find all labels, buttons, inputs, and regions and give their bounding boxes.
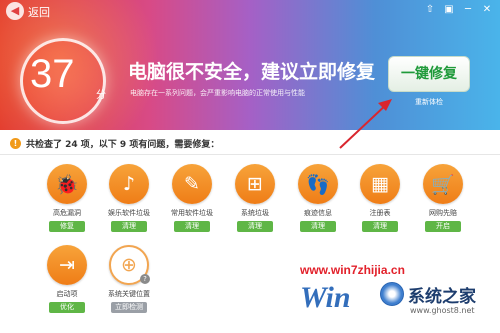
shopping-cart-icon: 🛒 xyxy=(423,164,463,204)
item-label: 系统垃圾 xyxy=(241,209,269,217)
item-label: 娱乐软件垃圾 xyxy=(108,209,150,217)
warning-icon: ! xyxy=(10,137,21,149)
clean-traces-button[interactable]: 清理 xyxy=(300,221,336,232)
item-label: 网购先赔 xyxy=(429,209,457,217)
scan-summary: ! 共检查了 24 项，以下 9 项有问题，需要修复： xyxy=(10,136,219,150)
item-startup: ⇥ 启动项 优化 xyxy=(37,245,97,313)
watermark-logo: Win xyxy=(300,281,351,314)
crosshair-icon: ⊕ ? xyxy=(109,245,150,285)
startup-arrow-icon: ⇥ xyxy=(47,245,87,285)
divider xyxy=(0,154,500,155)
optimize-startup-button[interactable]: 优化 xyxy=(49,302,85,313)
fix-vulns-button[interactable]: 修复 xyxy=(49,221,85,232)
item-label: 注册表 xyxy=(369,209,391,217)
item-label: 高危漏洞 xyxy=(53,209,81,217)
broom-icon: ✎ xyxy=(172,164,212,204)
enable-shopping-protect-button[interactable]: 开启 xyxy=(425,221,461,232)
item-trace-info: 👣 痕迹信息 清理 xyxy=(288,164,348,232)
arrow-shaft xyxy=(339,102,389,149)
music-note-icon: ♪ xyxy=(109,164,149,204)
clean-entertainment-button[interactable]: 清理 xyxy=(111,221,147,232)
item-entertainment-junk: ♪ 娱乐软件垃圾 清理 xyxy=(99,164,159,232)
item-common-software-junk: ✎ 常用软件垃圾 清理 xyxy=(162,164,222,232)
item-shopping-protect: 🛒 网购先赔 开启 xyxy=(413,164,473,232)
question-badge-icon: ? xyxy=(140,274,150,284)
watermark-badge: 系统之家 www.ghost8.net xyxy=(380,278,490,328)
item-label: 系统关键位置 xyxy=(108,290,150,298)
watermark-site: www.ghost8.net xyxy=(410,306,475,315)
footprint-icon: 👣 xyxy=(298,164,338,204)
clean-software-button[interactable]: 清理 xyxy=(174,221,210,232)
detect-now-button[interactable]: 立即检测 xyxy=(111,302,147,313)
summary-text: 共检查了 24 项，以下 9 项有问题，需要修复： xyxy=(26,139,220,150)
windows-logo-icon: ⊞ xyxy=(235,164,275,204)
item-high-risk-vulns: 🐞 高危漏洞 修复 xyxy=(37,164,97,232)
watermark-name: 系统之家 xyxy=(408,287,476,307)
bug-icon: 🐞 xyxy=(47,164,87,204)
watermark-url: www.win7zhijia.cn xyxy=(300,263,405,277)
clean-registry-button[interactable]: 清理 xyxy=(362,221,398,232)
item-label: 常用软件垃圾 xyxy=(171,209,213,217)
clean-system-button[interactable]: 清理 xyxy=(237,221,273,232)
registry-blocks-icon: ▦ xyxy=(360,164,400,204)
item-label: 痕迹信息 xyxy=(304,209,332,217)
item-system-junk: ⊞ 系统垃圾 清理 xyxy=(225,164,285,232)
item-registry: ▦ 注册表 清理 xyxy=(350,164,410,232)
disc-logo-icon xyxy=(380,282,404,306)
item-system-key-locations: ⊕ ? 系统关键位置 立即检测 xyxy=(99,245,159,313)
item-label: 启动项 xyxy=(56,290,78,298)
crosshair-glyph: ⊕ xyxy=(121,254,137,276)
